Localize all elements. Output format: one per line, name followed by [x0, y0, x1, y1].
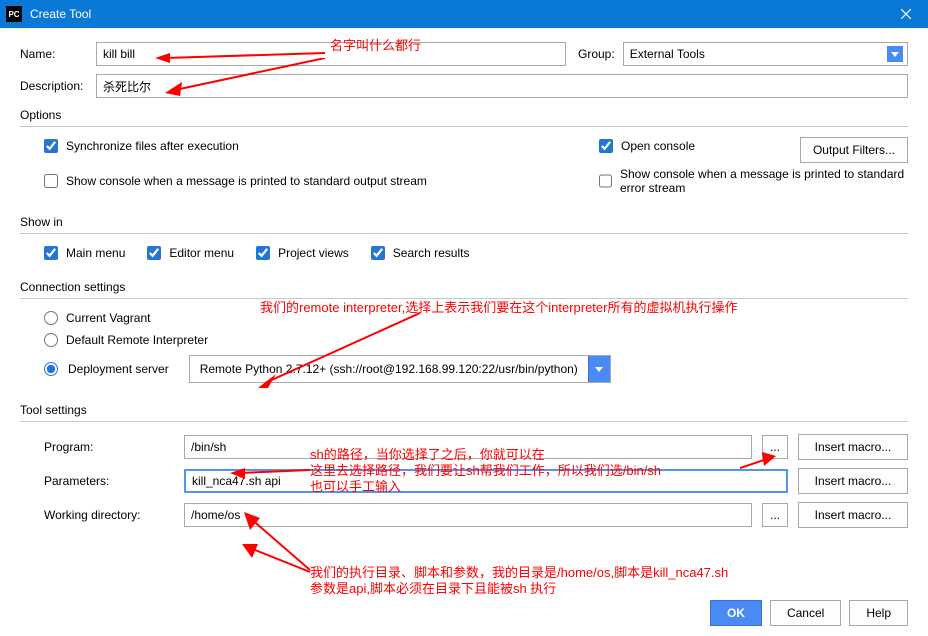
group-value: External Tools: [630, 47, 705, 61]
searchresults-checkbox[interactable]: [371, 246, 385, 260]
program-browse-button[interactable]: ...: [762, 435, 788, 459]
description-label: Description:: [20, 79, 90, 93]
wd-label: Working directory:: [44, 508, 174, 522]
divider: [20, 233, 908, 234]
group-label: Group:: [578, 47, 615, 61]
chevron-down-icon: [588, 356, 610, 382]
cancel-button[interactable]: Cancel: [770, 600, 841, 626]
divider: [20, 298, 908, 299]
open-console-label: Open console: [621, 139, 695, 153]
deploy-value: Remote Python 2.7.12+ (ssh://root@192.16…: [190, 362, 588, 376]
projectviews-checkbox[interactable]: [256, 246, 270, 260]
sync-checkbox[interactable]: [44, 139, 58, 153]
program-insert-macro-button[interactable]: Insert macro...: [798, 434, 908, 460]
ok-button[interactable]: OK: [710, 600, 762, 626]
wd-browse-button[interactable]: ...: [762, 503, 788, 527]
wd-field[interactable]: [184, 503, 752, 527]
deploy-select[interactable]: Remote Python 2.7.12+ (ssh://root@192.16…: [189, 355, 611, 383]
name-label: Name:: [20, 47, 90, 61]
options-heading: Options: [20, 108, 908, 122]
chevron-down-icon: [887, 46, 903, 62]
searchresults-label: Search results: [393, 246, 470, 260]
editormenu-label: Editor menu: [169, 246, 234, 260]
wd-insert-macro-button[interactable]: Insert macro...: [798, 502, 908, 528]
stderr-checkbox[interactable]: [599, 174, 612, 188]
sync-label: Synchronize files after execution: [66, 139, 239, 153]
program-label: Program:: [44, 440, 174, 454]
stdout-checkbox[interactable]: [44, 174, 58, 188]
params-field[interactable]: [184, 469, 788, 493]
description-field[interactable]: [96, 74, 908, 98]
window-title: Create Tool: [30, 7, 883, 21]
mainmenu-checkbox[interactable]: [44, 246, 58, 260]
conn-heading: Connection settings: [20, 280, 908, 294]
vagrant-radio[interactable]: [44, 311, 58, 325]
mainmenu-label: Main menu: [66, 246, 125, 260]
params-label: Parameters:: [44, 474, 174, 488]
stderr-label: Show console when a message is printed t…: [620, 167, 908, 195]
deploy-label: Deployment server: [68, 362, 169, 376]
showin-heading: Show in: [20, 215, 908, 229]
program-field[interactable]: [184, 435, 752, 459]
close-button[interactable]: [883, 0, 928, 28]
group-select[interactable]: External Tools: [623, 42, 908, 66]
help-button[interactable]: Help: [849, 600, 908, 626]
editormenu-checkbox[interactable]: [147, 246, 161, 260]
name-field[interactable]: [96, 42, 566, 66]
annotation-text: 我们的执行目录、脚本和参数，我的目录是/home/os,脚本是kill_nca4…: [310, 565, 728, 597]
defaultremote-radio[interactable]: [44, 333, 58, 347]
divider: [20, 421, 908, 422]
defaultremote-label: Default Remote Interpreter: [66, 333, 208, 347]
deploy-radio[interactable]: [44, 362, 58, 376]
stdout-label: Show console when a message is printed t…: [66, 174, 427, 188]
open-console-checkbox[interactable]: [599, 139, 613, 153]
params-insert-macro-button[interactable]: Insert macro...: [798, 468, 908, 494]
output-filters-button[interactable]: Output Filters...: [800, 137, 908, 163]
vagrant-label: Current Vagrant: [66, 311, 151, 325]
divider: [20, 126, 908, 127]
app-icon: PC: [6, 6, 22, 22]
tool-heading: Tool settings: [20, 403, 908, 417]
projectviews-label: Project views: [278, 246, 349, 260]
